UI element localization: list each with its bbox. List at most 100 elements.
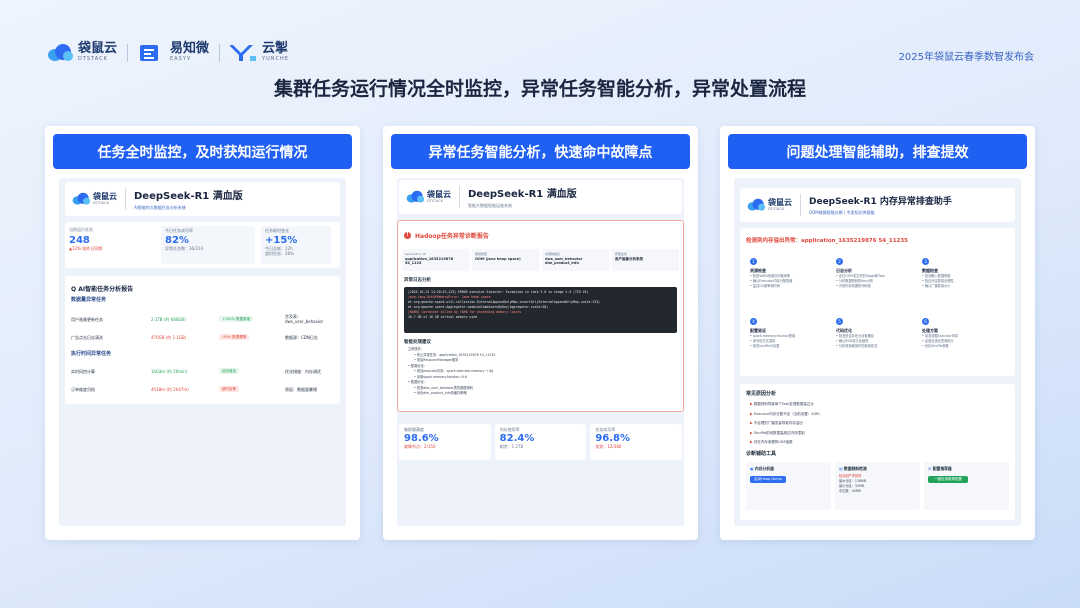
status-badge: 超时告警 (219, 386, 239, 392)
stat-note: ▲12% 较昨日同期 (69, 246, 103, 251)
tool-memory-analyzer: ▣ 内存分析器 启动Heap Dump (746, 462, 831, 510)
header-divider (459, 186, 460, 208)
report-title: Q AI智能任务分析报告 (71, 286, 134, 293)
cause-text: 存在内存泄漏的UDF函数 (753, 440, 793, 444)
step-line: • 监控GC频率和时间 (750, 284, 780, 288)
stat-duration: 任务耗时变化 +15% 今日总耗：12h 超时任务：28% (261, 226, 331, 264)
causes-list: ▶ 数据倾斜导致单个Task处理数据量过大 ▶ Executor内存分配不足（当… (750, 400, 822, 448)
detected-alert: 检测到内存溢出异常：application_1635219876 54_1123… (746, 238, 909, 244)
task-detail: 优化措施：内存调优 (285, 368, 321, 374)
dtstack-logo: 袋鼠云 DTSTACK (46, 42, 117, 63)
dtstack-logo: 袋鼠云 DTSTACK (405, 190, 451, 204)
stat-value: 82.4% (499, 433, 535, 444)
log-line: 16.7 GB of 16 GB virtual memory used (408, 315, 478, 319)
app-header: 袋鼠云 DTSTACK DeepSeek-R1 满血版 智能大数据智能运维系统 (399, 180, 682, 214)
page-headline: 集群任务运行情况全时监控，异常任务智能分析，异常处置流程 (273, 78, 806, 100)
step-number: 6 (922, 318, 929, 325)
section-title: 执行时间异常任务 (71, 351, 112, 357)
log-title: 异常日志分析 (404, 278, 431, 283)
app-title: DeepSeek-R1 满血版 (468, 189, 577, 200)
task-detail: 涉及表： dws_user_behavior (285, 314, 324, 324)
header-divider (800, 194, 801, 216)
cause-text: 不合理的广播变量导致内存溢出 (753, 421, 803, 425)
alert-heading: ! Hadoop任务异常诊断报告 (404, 231, 489, 240)
monitoring-screenshot: 袋鼠云 DTSTACK DeepSeek-R1 满血版 AI智能的大数据任务分析系… (59, 178, 346, 526)
step-line: • 优化Shuffle参数 (922, 344, 949, 348)
app-subtitle: AI智能的大数据任务分析系统 (134, 205, 186, 210)
stat-running: 当前运行任务 248 ▲12% 较昨日同期 (69, 227, 149, 252)
app-header: 袋鼠云 DTSTACK DeepSeek-R1 满血版 AI智能的大数据任务分析系… (65, 182, 340, 216)
error-log: [2025-10-15 14:28:43,123] ERROR executor… (404, 287, 677, 333)
task-value: 2.1TB (约 680GB) (151, 316, 186, 322)
field-value: application_1635219876 54_1123 (405, 257, 454, 265)
stat-value: 248 (69, 235, 90, 246)
step-number: 1 (750, 258, 757, 265)
analysis-card: 常见原因分析 ▶ 数据倾斜导致单个Task处理数据量过大 ▶ Executor内… (740, 384, 1015, 520)
cause-text: Shuffle阶段数据量超过内存限制 (753, 430, 805, 435)
assistant-screenshot: 袋鼠云 DTSTACK DeepSeek-R1 内存异常排查助手 OOM故障智能诊… (734, 178, 1021, 526)
tool-title: ▤ 数据倾斜检测 (839, 466, 916, 472)
stat-note: 异常任务数：36/314 (165, 246, 204, 251)
ai-report-card: Q AI智能任务分析报告 数据量异常任务 用户画像更新任务 2.1TB (约 6… (65, 276, 340, 404)
easyv-mark-icon (140, 44, 159, 61)
step-solution: 6 处理方案 • 动态调整Executor内存 • 启用自适应查询执行 • 优化… (922, 318, 998, 378)
stat-note: 故障节点：2/150 (404, 444, 436, 449)
logo-subtitle: YUNCHE (262, 56, 289, 62)
suggestion-list: 立即操作： • 终止异常任务：application_1635219876 54… (408, 347, 495, 397)
app-subtitle: OOM故障智能诊断 | 专家知识库赋能 (809, 210, 875, 215)
stats-card: 当前运行任务 248 ▲12% 较昨日同期 今日任务成功率 82% 异常任务数：… (65, 222, 340, 268)
table-row: 广告点击日志清洗 470GB (约 1.1GB) -99% 数据骤降 数据源：C… (71, 334, 334, 340)
tool-title: ▣ 内存分析器 (750, 466, 827, 472)
status-badge: -99% 数据骤降 (219, 334, 250, 340)
cloud-logo-icon (72, 192, 91, 205)
app-subtitle: 智能大数据智能运维系统 (468, 203, 512, 208)
yunche-mark-icon (230, 44, 257, 61)
causes-title: 常见原因分析 (746, 391, 777, 397)
table-row: 实时风控计算 1h03m (约 20min) 延迟增加 优化措施：内存调优 (71, 368, 334, 374)
logo-title: 袋鼠云 (427, 190, 451, 199)
section-title: 数据量异常任务 (71, 297, 107, 303)
tool-title-text: 数据倾斜检测 (843, 466, 867, 471)
field-app-id: Application ID application_1635219876 54_… (402, 249, 469, 271)
cause-text: Executor内存分配不足（当前设置：4GB） (753, 411, 823, 416)
field-value: OOM (Java heap space) (475, 257, 521, 261)
panel-title: 异常任务智能分析，快速命中故障点 (391, 134, 690, 169)
logo-subtitle: EASYV (170, 56, 192, 62)
logo-divider (127, 43, 129, 62)
suggestion-item: • 优化dim_product_info的缓存策略 (414, 391, 467, 395)
stat-memory: 内存使用率 82.4% 剩余：1.2TB (494, 424, 587, 460)
header-divider (125, 188, 126, 210)
stat-label: 当前运行任务 (69, 227, 93, 232)
dtstack-logo: 袋鼠云 DTSTACK (746, 198, 792, 212)
table-row: 订单维度归档 4h18m (约 2h47m) 超时告警 原因：数据量暴增 (71, 386, 334, 392)
apply-config-button[interactable]: 一键应用推荐配置 (928, 476, 968, 483)
logo-divider (219, 43, 221, 62)
alert-title: Hadoop任务异常诊断报告 (415, 233, 489, 240)
table-row: 用户画像更新任务 2.1TB (约 680GB) +140% 数据激增 涉及表：… (71, 314, 334, 324)
tool-title: ⚙ 配置推荐器 (928, 466, 1005, 472)
tool-title-text: 内存分析器 (754, 466, 774, 471)
task-name: 订单维度归档 (71, 386, 95, 392)
step-line: • 分析宽依赖操作的使用情况 (836, 344, 878, 348)
panel-title: 问题处理智能辅助，排查提效 (728, 134, 1027, 169)
step-code-optimize: 5 代码优化 • 检查是否存在大对象缓存 • 确认RDD持久化级别 • 分析宽依… (836, 318, 912, 378)
analysis-screenshot: 袋鼠云 DTSTACK DeepSeek-R1 满血版 智能大数据智能运维系统 !… (397, 178, 684, 526)
app-title: DeepSeek-R1 满血版 (134, 191, 243, 202)
status-badge: 延迟增加 (219, 368, 239, 374)
logo-subtitle: DTSTACK (78, 56, 108, 62)
stat-note: 今日总耗：12h 超时任务：28% (265, 246, 294, 256)
field-value: 用户画像分析系统 (615, 257, 643, 261)
stat-note: 剩余：1.2TB (499, 444, 524, 449)
step-number: 2 (836, 258, 843, 265)
cause-item: ▶ Executor内存分配不足（当前设置：4GB） (750, 410, 822, 420)
stat-success-rate: 今日任务成功率 82% 异常任务数：36/314 (161, 226, 255, 264)
yunche-logo: 云掣 YUNCHE (230, 42, 289, 63)
step-data-check: 3 数据检查 • 检测输入数据规模 • 验证分区数量合理性 • 确认广播变量大小 (922, 258, 998, 318)
step-number: 4 (750, 318, 757, 325)
tools-title: 诊断辅助工具 (746, 451, 777, 457)
logo-title: 袋鼠云 (78, 41, 118, 56)
heap-dump-button[interactable]: 启动Heap Dump (750, 476, 786, 483)
cloud-logo-icon (48, 43, 73, 61)
panel-assistant: 问题处理智能辅助，排查提效 袋鼠云 DTSTACK DeepSeek-R1 内存异… (720, 126, 1035, 540)
app-header: 袋鼠云 DTSTACK DeepSeek-R1 内存异常排查助手 OOM故障智能诊… (740, 188, 1015, 222)
